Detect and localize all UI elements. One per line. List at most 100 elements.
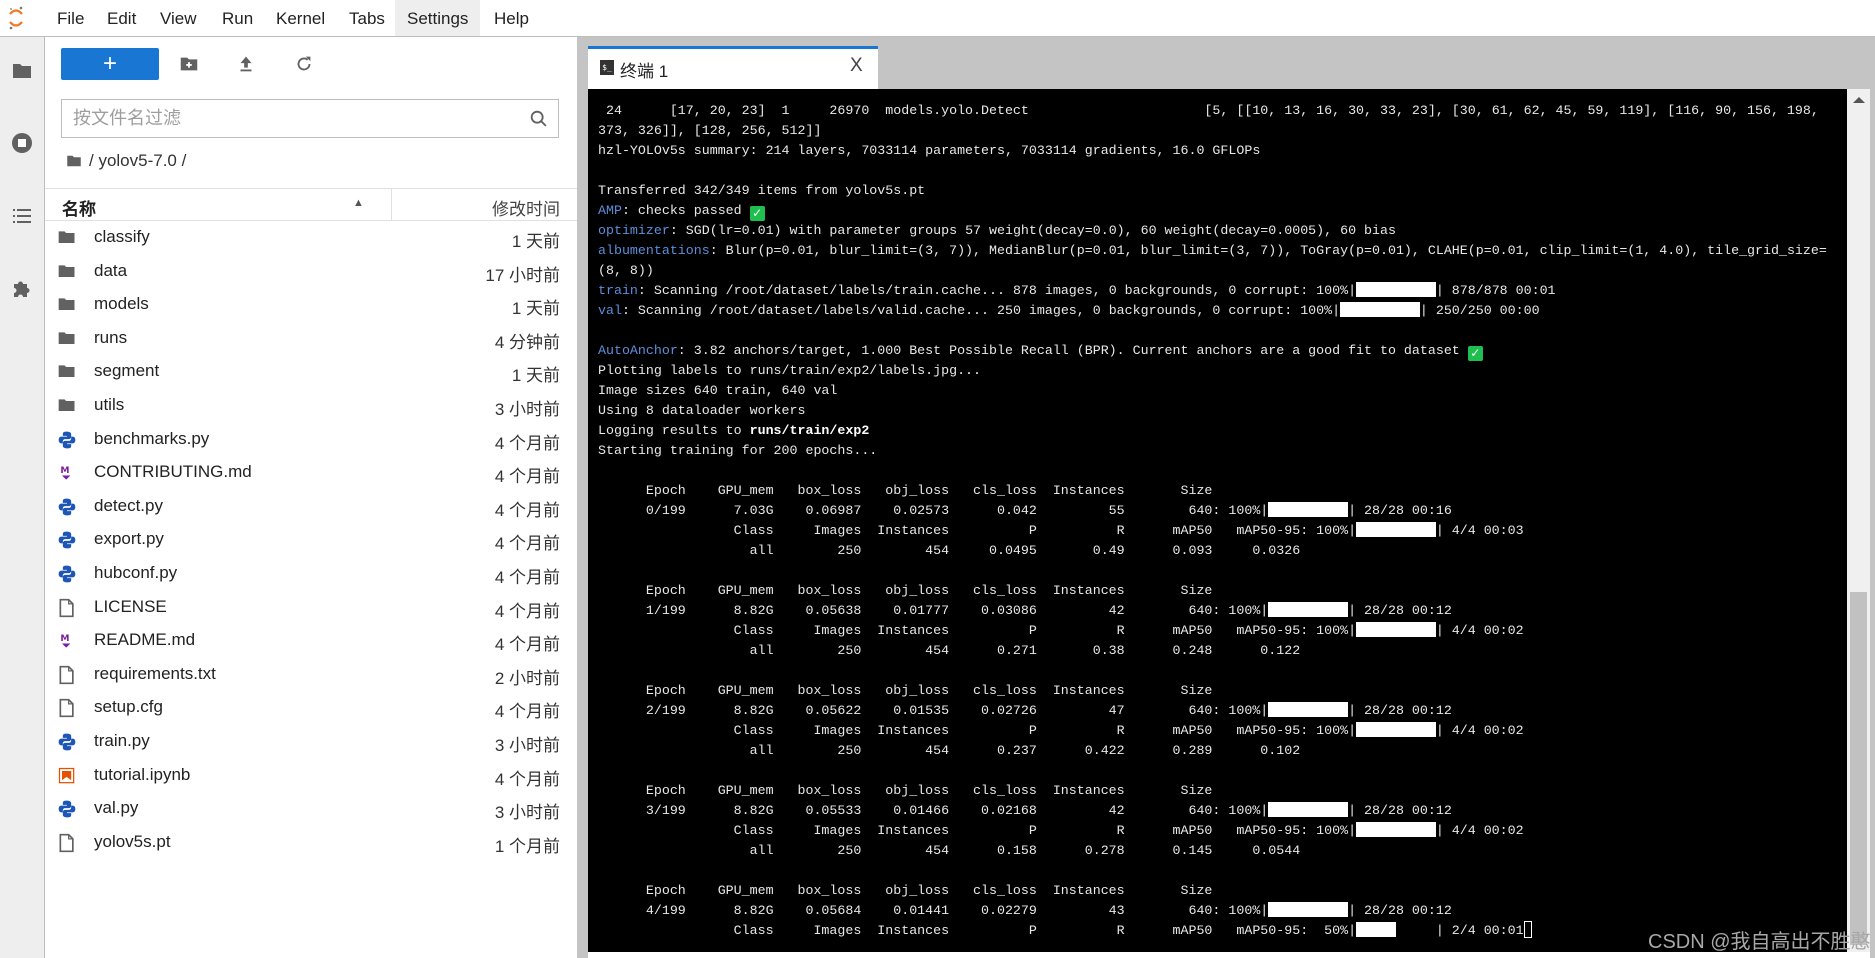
progress-bar: [1356, 722, 1436, 737]
terminal-line: Epoch GPU_mem box_loss obj_loss cls_loss…: [598, 781, 1847, 801]
search-icon[interactable]: [528, 108, 550, 130]
panel-splitter[interactable]: [577, 37, 588, 958]
menu-file[interactable]: File: [45, 0, 96, 36]
terminal-text: Class Images Instances P R mAP50 mAP50-9…: [598, 923, 1357, 938]
folder-icon[interactable]: [10, 59, 34, 83]
file-modified: 4 个月前: [494, 601, 560, 621]
terminal-text: all 250 454 0.271 0.38 0.248 0.122: [598, 643, 1301, 658]
progress-bar-fill: [1268, 702, 1349, 717]
column-header-name[interactable]: 名称: [62, 195, 96, 220]
file-name: export.py: [94, 529, 164, 549]
terminal-line: all 250 454 0.158 0.278 0.145 0.0544: [598, 841, 1847, 861]
file-row[interactable]: export.py 4 个月前: [45, 523, 577, 557]
file-row[interactable]: benchmarks.py 4 个月前: [45, 423, 577, 457]
running-stop-icon[interactable]: [10, 131, 34, 155]
close-icon[interactable]: X: [850, 55, 863, 77]
menu-kernel[interactable]: Kernel: [264, 0, 337, 36]
file-row[interactable]: setup.cfg 4 个月前: [45, 691, 577, 725]
tab-terminal-1[interactable]: $_ 终端 1 X: [588, 46, 878, 89]
new-folder-icon[interactable]: [178, 53, 200, 75]
column-divider[interactable]: [391, 189, 392, 221]
terminal-text: | 4/4 00:02: [1435, 623, 1524, 638]
progress-bar: [1356, 522, 1436, 537]
file-name: tutorial.ipynb: [94, 764, 191, 784]
terminal-scrollbar[interactable]: [1847, 89, 1870, 952]
file-filter-input[interactable]: 按文件名过滤: [61, 99, 559, 138]
file-list-header: 名称 ▲ 修改时间: [45, 188, 577, 221]
file-row[interactable]: M README.md 4 个月前: [45, 624, 577, 658]
terminal-text: : Blur(p=0.01, blur_limit=(3, 7)), Media…: [709, 243, 1827, 258]
terminal-text: Epoch GPU_mem box_loss obj_loss cls_loss…: [598, 783, 1213, 798]
refresh-icon[interactable]: [293, 53, 315, 75]
progress-bar: [1356, 822, 1436, 837]
markdown-file-icon: M: [60, 465, 71, 480]
progress-bar-fill: [1356, 282, 1436, 297]
file-name: yolov5s.pt: [94, 831, 171, 851]
home-folder-icon[interactable]: [65, 152, 83, 170]
file-row[interactable]: data 17 小时前: [45, 255, 577, 289]
file-modified: 1 天前: [511, 232, 560, 251]
file-row[interactable]: classify 1 天前: [45, 221, 577, 255]
terminal-text: Epoch GPU_mem box_loss obj_loss cls_loss…: [598, 683, 1213, 698]
column-header-modified[interactable]: 修改时间: [492, 195, 560, 220]
file-row[interactable]: detect.py 4 个月前: [45, 490, 577, 524]
scroll-up-arrow-icon[interactable]: [1853, 97, 1865, 103]
terminal-icon: $_: [600, 60, 614, 75]
menu-edit[interactable]: Edit: [95, 0, 148, 36]
menu-tabs[interactable]: Tabs: [337, 0, 397, 36]
file-row[interactable]: hubconf.py 4 个月前: [45, 557, 577, 591]
folder-icon: [58, 399, 75, 411]
file-row[interactable]: requirements.txt 2 小时前: [45, 658, 577, 692]
file-row[interactable]: M CONTRIBUTING.md 4 个月前: [45, 456, 577, 490]
folder-icon: [58, 332, 75, 344]
terminal-line: 1/199 8.82G 0.05638 0.01777 0.03086 42 6…: [598, 601, 1847, 621]
terminal-line: Epoch GPU_mem box_loss obj_loss cls_loss…: [598, 881, 1847, 901]
terminal-line: Class Images Instances P R mAP50 mAP50-9…: [598, 821, 1847, 841]
file-row[interactable]: yolov5s.pt 1 个月前: [45, 826, 577, 860]
python-file-icon: [58, 800, 76, 818]
upload-icon[interactable]: [235, 53, 257, 75]
file-modified: 2 小时前: [494, 668, 560, 688]
terminal-text: (8, 8)): [598, 263, 654, 278]
menu-settings[interactable]: Settings: [395, 0, 481, 36]
markdown-file-icon: M: [60, 633, 71, 648]
terminal-text: 1/199 8.82G 0.05638 0.01777 0.03086 42 6…: [598, 603, 1269, 618]
terminal-text: 24 [17, 20, 23] 1 26970 models.yolo.Dete…: [598, 103, 1827, 118]
table-of-contents-icon[interactable]: [10, 204, 34, 228]
python-file-icon: [58, 532, 76, 549]
terminal-text: | 2/4 00:01: [1435, 923, 1524, 938]
menu-run[interactable]: Run: [210, 0, 265, 36]
menu-bar: File Edit View Run Kernel Tabs Settings Help: [0, 0, 1875, 37]
menu-view[interactable]: View: [148, 0, 209, 36]
file-modified: 4 个月前: [494, 500, 560, 520]
terminal-line: optimizer: SGD(lr=0.01) with parameter g…: [598, 221, 1847, 241]
file-row[interactable]: tutorial.ipynb 4 个月前: [45, 759, 577, 793]
file-browser: + 按文件名过滤 / yolov5-7.0 / 名称 ▲ 修改时间 classi…: [45, 37, 577, 958]
file-row[interactable]: models 1 天前: [45, 288, 577, 322]
file-name: hubconf.py: [94, 563, 178, 582]
file-name: data: [94, 260, 128, 280]
sort-ascending-icon[interactable]: ▲: [353, 197, 364, 209]
terminal-line: Epoch GPU_mem box_loss obj_loss cls_loss…: [598, 581, 1847, 601]
file-icon: [59, 665, 74, 684]
file-row[interactable]: utils 3 小时前: [45, 389, 577, 423]
progress-bar: [1356, 282, 1436, 297]
scrollbar-thumb[interactable]: [1850, 592, 1867, 945]
python-file-icon: [58, 498, 76, 516]
file-row[interactable]: runs 4 分钟前: [45, 322, 577, 356]
file-row[interactable]: LICENSE 4 个月前: [45, 591, 577, 625]
menu-help[interactable]: Help: [482, 0, 541, 36]
new-launcher-button[interactable]: +: [61, 48, 159, 80]
terminal-line: Starting training for 200 epochs...: [598, 441, 1847, 461]
file-row[interactable]: val.py 3 小时前: [45, 792, 577, 826]
extensions-puzzle-icon[interactable]: [10, 276, 34, 300]
progress-bar-fill: [1268, 602, 1349, 617]
terminal-output[interactable]: 24 [17, 20, 23] 1 26970 models.yolo.Dete…: [588, 89, 1847, 952]
file-row[interactable]: train.py 3 小时前: [45, 725, 577, 759]
breadcrumb-path[interactable]: / yolov5-7.0 /: [89, 151, 186, 171]
log-prefix: train: [598, 283, 638, 298]
terminal-text: : Scanning /root/dataset/labels/valid.ca…: [621, 303, 1341, 318]
file-row[interactable]: segment 1 天前: [45, 355, 577, 389]
terminal-text: 2/199 8.82G 0.05622 0.01535 0.02726 47 6…: [598, 703, 1269, 718]
